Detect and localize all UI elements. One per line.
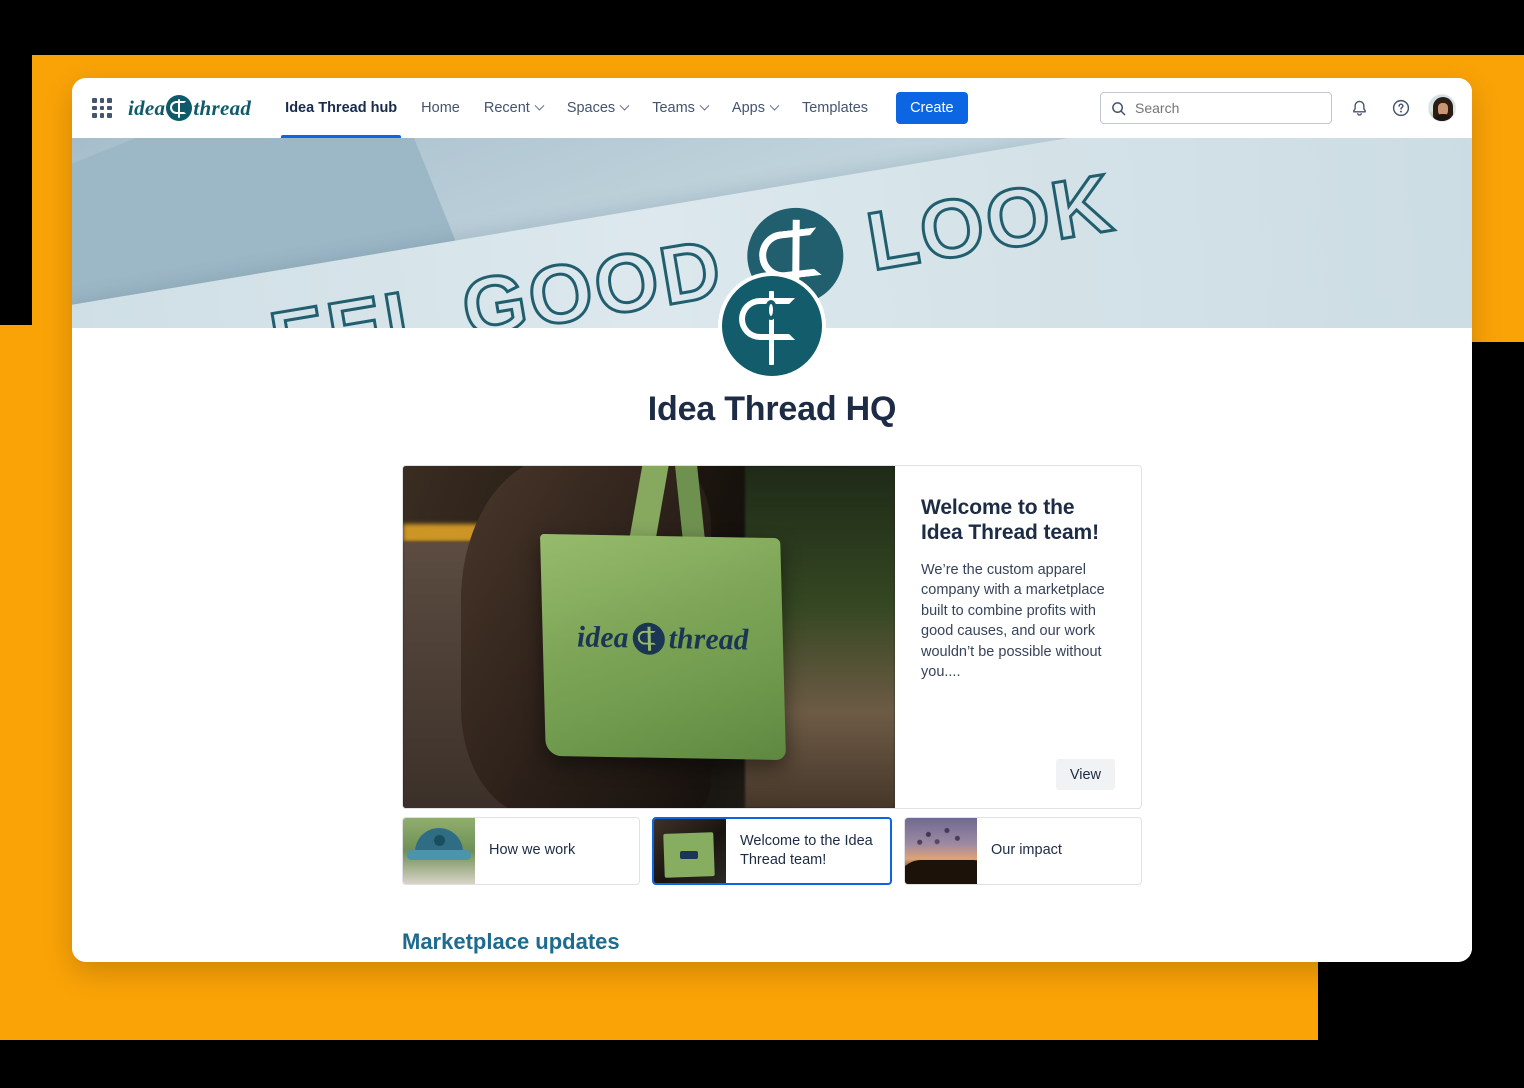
needle-thread-logo-icon <box>166 95 193 121</box>
nav-right-cluster <box>1100 92 1456 124</box>
search-input[interactable] <box>1135 100 1321 116</box>
heading-line-2: Idea Thread team! <box>921 520 1100 544</box>
orange-accent-bottom <box>0 962 1318 1040</box>
nav-item-teams[interactable]: Teams <box>640 78 720 138</box>
heading-line-1: Welcome to the <box>921 496 1075 519</box>
content-column: idea thread Welcome to the Idea Thread t… <box>402 429 1142 962</box>
bell-icon[interactable] <box>1344 93 1374 123</box>
brand-text-right: thread <box>193 95 252 120</box>
thumbnail-image <box>403 818 475 884</box>
question-circle-icon[interactable] <box>1386 93 1416 123</box>
thumbnail-card-our-impact[interactable]: Our impact <box>904 817 1142 885</box>
nav-item-idea-thread-hub[interactable]: Idea Thread hub <box>273 78 409 138</box>
brand-logo[interactable]: idea thread <box>128 95 251 121</box>
nav-label: Spaces <box>566 100 616 116</box>
nav-label: Templates <box>801 100 869 116</box>
screenshot-stage: idea thread Idea Thread hub Home Recent … <box>0 0 1524 1088</box>
nav-label: Apps <box>731 100 765 116</box>
featured-article-heading: Welcome to the Idea Thread team! <box>921 496 1115 546</box>
article-thumbnail-strip: How we work Welcome to the Idea Thread t… <box>402 817 1142 885</box>
nav-label: Teams <box>652 100 695 116</box>
view-button[interactable]: View <box>1055 759 1115 790</box>
chevron-down-icon <box>619 100 630 111</box>
needle-thread-logo-icon <box>632 622 666 656</box>
thumbnail-label: Our impact <box>991 842 1062 859</box>
green-tote-bag: idea thread <box>539 533 787 761</box>
grid-apps-icon[interactable] <box>90 96 114 120</box>
nav-item-recent[interactable]: Recent <box>472 78 555 138</box>
thumbnail-image <box>654 819 726 883</box>
thumbnail-image <box>905 818 977 884</box>
featured-article-image: idea thread <box>403 466 895 808</box>
bag-text-left: idea <box>576 620 629 655</box>
top-navigation-bar: idea thread Idea Thread hub Home Recent … <box>72 78 1472 138</box>
thumbnail-label: Welcome to the Idea Thread team! <box>740 832 873 868</box>
search-box[interactable] <box>1100 92 1332 124</box>
chevron-down-icon <box>534 100 545 111</box>
nav-label: Home <box>421 100 460 116</box>
featured-article-body: Welcome to the Idea Thread team! We’re t… <box>895 466 1141 808</box>
primary-nav-links: Idea Thread hub Home Recent Spaces Teams <box>273 78 968 138</box>
nav-item-home[interactable]: Home <box>409 78 472 138</box>
page-content: Idea Thread HQ idea thread Welcome to th… <box>72 276 1472 962</box>
nav-item-templates[interactable]: Templates <box>790 78 880 138</box>
nav-item-spaces[interactable]: Spaces <box>555 78 640 138</box>
create-button[interactable]: Create <box>896 92 968 124</box>
browser-window: idea thread Idea Thread hub Home Recent … <box>72 78 1472 962</box>
thumbnail-label: How we work <box>489 842 576 859</box>
thumbnail-card-how-we-work[interactable]: How we work <box>402 817 640 885</box>
logo-needle-eye <box>765 300 777 320</box>
thumbnail-card-welcome[interactable]: Welcome to the Idea Thread team! <box>652 817 892 885</box>
section-heading-marketplace-updates: Marketplace updates <box>402 929 620 954</box>
featured-article-excerpt: We’re the custom apparel company with a … <box>921 561 1105 681</box>
nav-item-apps[interactable]: Apps <box>720 78 790 138</box>
chevron-down-icon <box>769 100 780 111</box>
nav-label: Recent <box>483 100 530 116</box>
chevron-down-icon <box>699 100 710 111</box>
search-icon <box>1112 101 1126 115</box>
needle-thread-logo-icon <box>722 276 822 376</box>
bag-text-right: thread <box>668 622 750 657</box>
user-avatar[interactable] <box>1428 94 1456 122</box>
brand-text-left: idea <box>128 95 166 120</box>
nav-label: Idea Thread hub <box>285 100 398 116</box>
featured-article-card[interactable]: idea thread Welcome to the Idea Thread t… <box>402 465 1142 809</box>
